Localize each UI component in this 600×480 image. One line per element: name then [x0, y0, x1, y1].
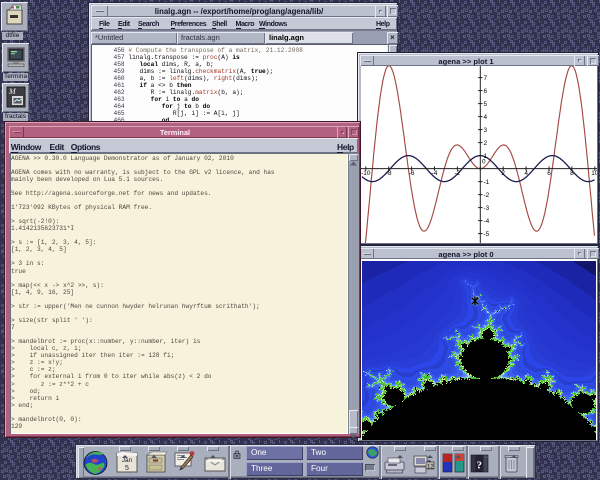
- svg-text:-2: -2: [455, 170, 461, 177]
- svg-text:7: 7: [484, 75, 488, 82]
- svg-text:12: 12: [427, 465, 434, 471]
- svg-text:-1: -1: [484, 179, 490, 186]
- svg-text:-6: -6: [409, 170, 415, 177]
- svg-text:-4: -4: [432, 170, 438, 177]
- svg-text:-5: -5: [484, 231, 490, 238]
- svg-text:6: 6: [547, 170, 551, 177]
- svg-text:8: 8: [570, 170, 574, 177]
- svg-text:5: 5: [484, 101, 488, 108]
- svg-text:-10: -10: [361, 170, 371, 177]
- svg-text:10: 10: [591, 170, 597, 177]
- svg-text:6: 6: [484, 88, 488, 95]
- svg-text:-3: -3: [484, 205, 490, 212]
- svg-text:4: 4: [484, 114, 488, 121]
- svg-text:M: M: [8, 87, 17, 96]
- svg-text:5: 5: [125, 465, 129, 472]
- svg-text:-8: -8: [386, 170, 392, 177]
- svg-text:-4: -4: [484, 218, 490, 225]
- svg-text:2: 2: [501, 170, 505, 177]
- svg-text:4: 4: [524, 170, 528, 177]
- svg-text:?: ?: [477, 460, 483, 472]
- svg-text:-2: -2: [484, 192, 490, 199]
- svg-text:0: 0: [482, 159, 486, 166]
- svg-text:3: 3: [484, 127, 488, 134]
- svg-text:2: 2: [484, 140, 488, 147]
